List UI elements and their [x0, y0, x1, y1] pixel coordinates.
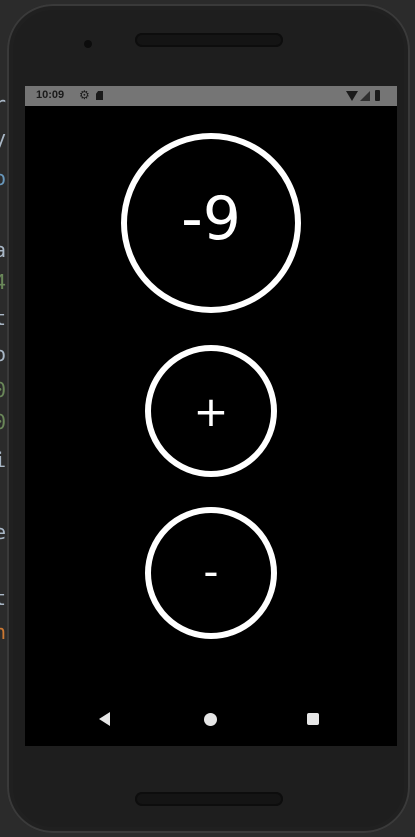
battery-icon [375, 90, 380, 101]
home-icon[interactable] [204, 713, 217, 726]
status-bar: 10:09 ⚙ [25, 86, 397, 106]
decrement-label: - [203, 546, 219, 596]
navigation-bar [25, 696, 397, 746]
increment-button[interactable]: + [145, 345, 277, 477]
counter-display: -9 [121, 133, 301, 313]
counter-value: -9 [181, 184, 241, 254]
bottom-speaker [135, 792, 283, 806]
signal-icon [360, 91, 370, 101]
wifi-icon [346, 91, 358, 101]
front-camera [84, 40, 92, 48]
status-time: 10:09 [36, 89, 65, 101]
gear-icon: ⚙ [79, 88, 90, 102]
recents-icon[interactable] [307, 713, 319, 725]
top-speaker [135, 33, 283, 47]
back-icon[interactable] [99, 712, 110, 726]
device-screen: 10:09 ⚙ -9 + - [25, 86, 397, 746]
increment-label: + [193, 386, 229, 436]
sd-card-icon [96, 91, 103, 100]
decrement-button[interactable]: - [145, 507, 277, 639]
